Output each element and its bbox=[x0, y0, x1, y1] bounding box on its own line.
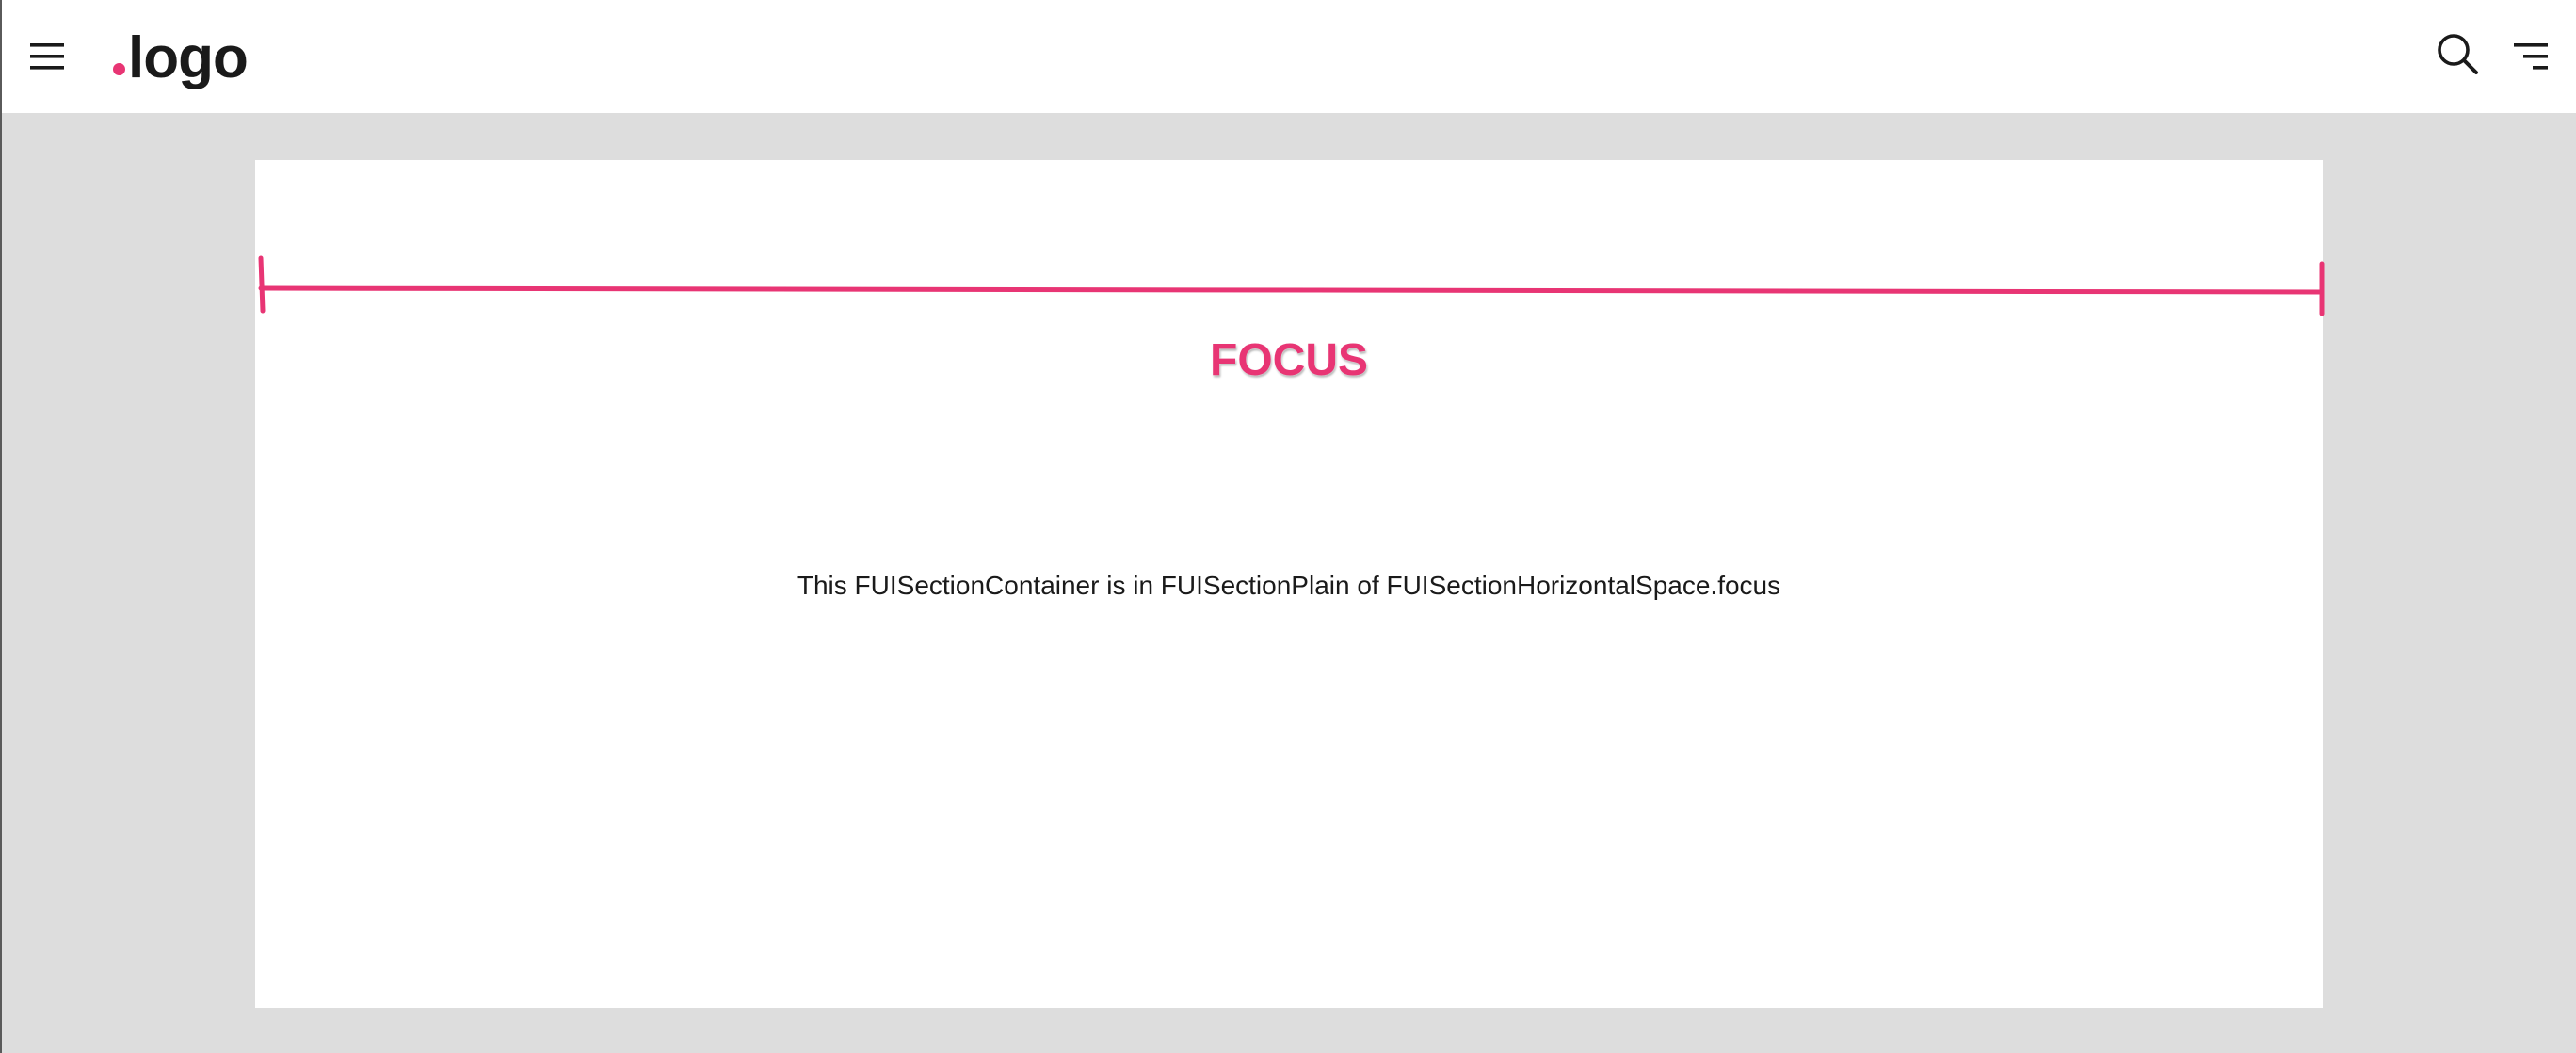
search-icon bbox=[2438, 34, 2478, 74]
search-button[interactable] bbox=[2436, 32, 2479, 75]
logo-text: logo bbox=[128, 25, 249, 90]
window-left-border bbox=[0, 0, 2, 1053]
logo-dot bbox=[113, 63, 125, 75]
section-container: FOCUS This FUISectionContainer is in FUI… bbox=[255, 160, 2325, 1008]
menu-button[interactable] bbox=[28, 38, 66, 75]
indicator-line bbox=[258, 285, 2325, 295]
section-caption: This FUISectionContainer is in FUISectio… bbox=[797, 571, 1781, 600]
filter-list-icon bbox=[2514, 43, 2548, 70]
hamburger-menu-icon bbox=[30, 43, 64, 70]
top-app-bar: logo bbox=[0, 0, 2576, 113]
focus-label: FOCUS bbox=[1210, 335, 1368, 385]
filter-button[interactable] bbox=[2512, 38, 2550, 75]
indicator-left-tick bbox=[258, 255, 266, 314]
logo[interactable]: logo bbox=[113, 21, 249, 96]
